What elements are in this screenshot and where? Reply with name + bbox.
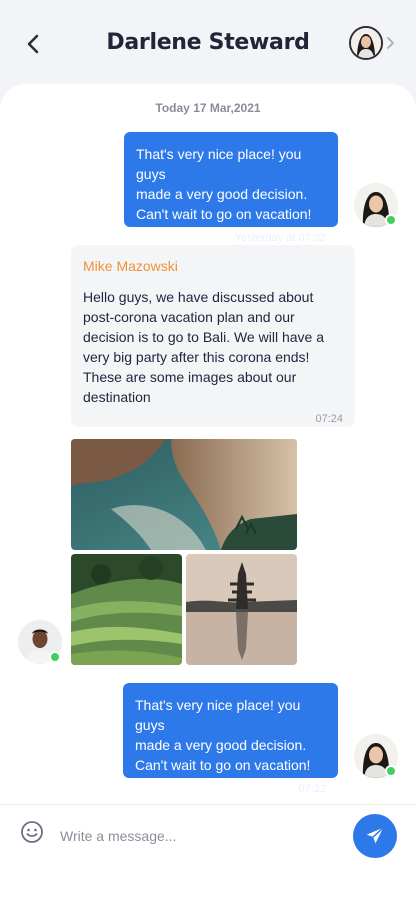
- sender-name[interactable]: Mike Mazowski: [83, 257, 343, 275]
- chevron-right-icon[interactable]: [385, 36, 395, 50]
- message-input[interactable]: [60, 822, 330, 850]
- message-text-line: Can't wait to go on vacation!: [135, 757, 311, 773]
- online-status-dot: [49, 651, 61, 663]
- paper-plane-icon: [366, 827, 384, 844]
- message-composer: [0, 804, 416, 900]
- emoji-button[interactable]: [20, 820, 44, 844]
- message-text-line: made a very good decision.: [135, 737, 307, 753]
- online-status-dot: [385, 765, 397, 777]
- message-text-line: That's very nice place! you guys: [135, 697, 301, 733]
- contact-avatar[interactable]: [349, 26, 383, 60]
- chat-header: Darlene Steward: [0, 0, 416, 90]
- send-button[interactable]: [353, 814, 397, 858]
- message-text-line: Can't wait to go on vacation!: [136, 206, 312, 222]
- woman-avatar-image: [351, 28, 381, 58]
- message-time: 07:32: [298, 783, 326, 795]
- smiley-icon: [21, 821, 43, 843]
- message-text: Hello guys, we have discussed about post…: [83, 289, 324, 405]
- incoming-message: Mike Mazowski Hello guys, we have discus…: [71, 245, 355, 427]
- outgoing-message: That's very nice place! you guys made a …: [123, 683, 338, 795]
- date-separator: Today 17 Mar,2021: [155, 101, 261, 115]
- message-time: 07:24: [315, 413, 343, 425]
- beach-cliff-photo[interactable]: [71, 439, 297, 550]
- outgoing-message: That's very nice place! you guys made a …: [124, 132, 338, 244]
- rice-terrace-photo[interactable]: [71, 554, 182, 665]
- online-status-dot: [385, 214, 397, 226]
- message-text-line: made a very good decision.: [136, 186, 308, 202]
- message-text-line: That's very nice place! you guys: [136, 146, 302, 182]
- temple-lake-photo[interactable]: [186, 554, 297, 665]
